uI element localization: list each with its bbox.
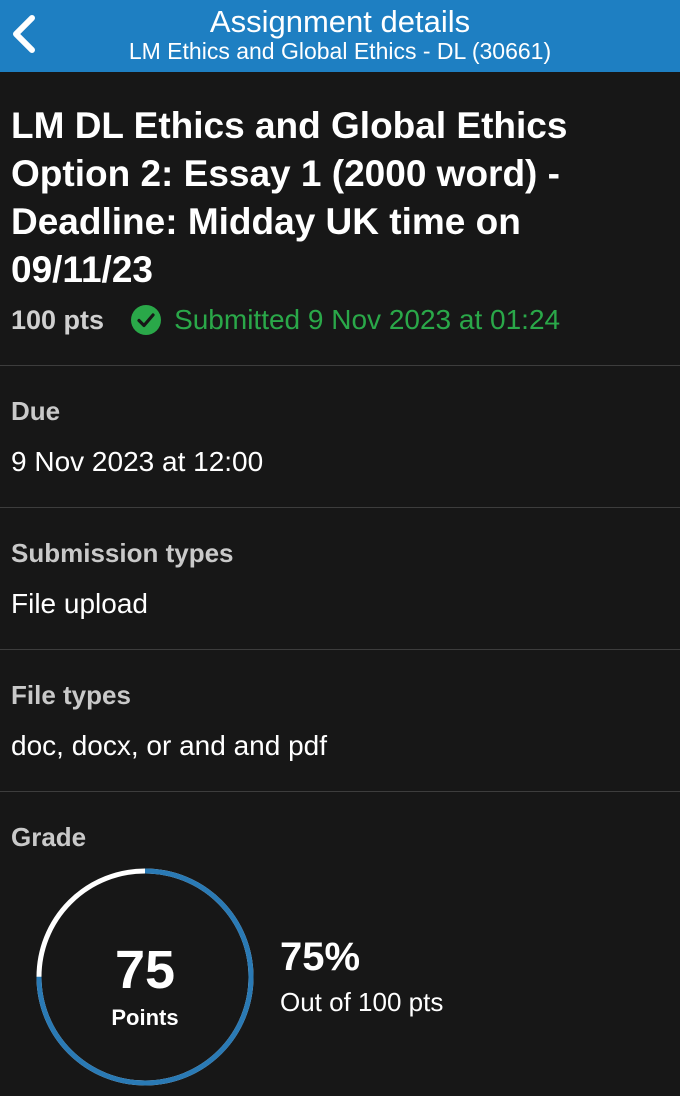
divider (0, 507, 680, 508)
file-types-label: File types (11, 680, 131, 710)
assignment-title: LM DL Ethics and Global Ethics Option 2:… (11, 105, 568, 290)
submission-types-label: Submission types (11, 538, 234, 568)
grade-points: 75 (114, 940, 176, 1000)
divider (0, 791, 680, 792)
assignment-meta: 100 pts Submitted 9 Nov 2023 at 01:24 (11, 300, 560, 340)
header-title: Assignment details (209, 4, 471, 39)
grade-label: Grade (11, 822, 87, 852)
submission-status: Submitted 9 Nov 2023 at 01:24 (174, 304, 561, 335)
divider (0, 649, 680, 650)
points-possible: 100 pts (11, 304, 105, 335)
due-label: Due (11, 396, 61, 426)
grade-percent: 75% (280, 935, 361, 979)
due-value: 9 Nov 2023 at 12:00 (11, 446, 264, 477)
header-subtitle: LM Ethics and Global Ethics - DL (30661) (128, 38, 552, 64)
check-circle-icon (130, 304, 162, 336)
divider (0, 365, 680, 366)
top-bar: Assignment details LM Ethics and Global … (0, 0, 680, 72)
grade-out-of: Out of 100 pts (280, 987, 444, 1017)
submission-types-value: File upload (11, 588, 148, 619)
grade-points-unit: Points (111, 1005, 179, 1030)
file-types-value: doc, docx, or and and pdf (11, 730, 327, 761)
